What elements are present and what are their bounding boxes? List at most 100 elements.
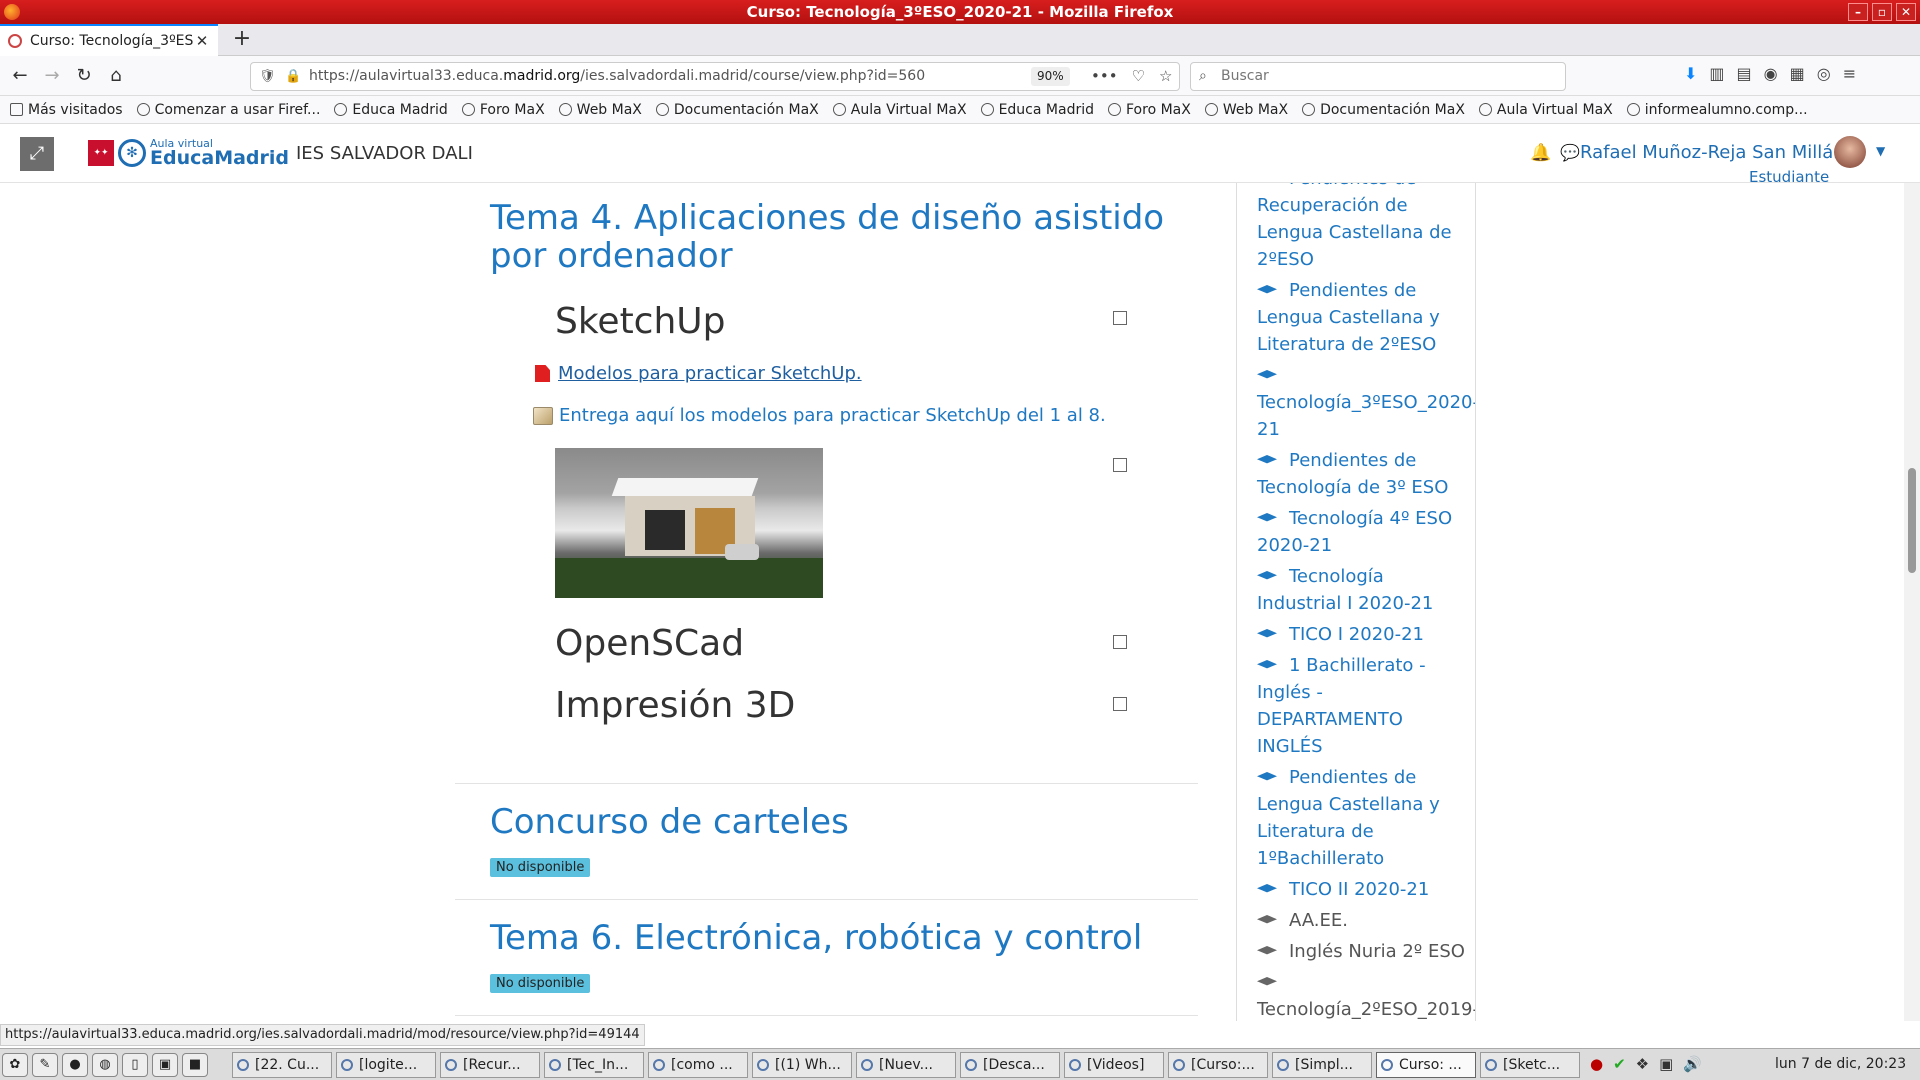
globe-icon: [1626, 103, 1640, 116]
taskbar-window[interactable]: [Tec_In...: [544, 1052, 644, 1078]
minimize-button[interactable]: –: [1848, 3, 1868, 21]
reload-button[interactable]: ↻: [70, 62, 98, 90]
files-launcher-icon[interactable]: ▯: [122, 1053, 148, 1077]
firefox-launcher-icon[interactable]: ●: [62, 1053, 88, 1077]
account-icon[interactable]: ◎: [1817, 64, 1831, 83]
taskbar-window[interactable]: [Simpl...: [1272, 1052, 1372, 1078]
taskbar-window[interactable]: [Videos]: [1064, 1052, 1164, 1078]
menu-icon[interactable]: ≡: [1843, 64, 1856, 83]
sidebar-course-item[interactable]: Pendientes de Lengua Castellana y Litera…: [1257, 764, 1467, 872]
app-menu-icon[interactable]: ✿: [2, 1053, 28, 1077]
sidebar-course-item[interactable]: Pendientes de Lengua Castellana y Litera…: [1257, 277, 1467, 358]
url-bar[interactable]: 🛡 🔒 https://aulavirtual33.educa.madrid.o…: [250, 62, 1180, 91]
taskbar-window[interactable]: [Desca...: [960, 1052, 1060, 1078]
lock-icon[interactable]: 🔒: [285, 63, 301, 90]
text-editor-icon[interactable]: ✎: [32, 1053, 58, 1077]
new-tab-button[interactable]: +: [228, 26, 256, 54]
bookmark-item[interactable]: Más visitados: [10, 102, 123, 118]
section-title-tema6[interactable]: Tema 6. Electrónica, robótica y control: [490, 919, 1142, 957]
taskbar-window[interactable]: [Nuev...: [856, 1052, 956, 1078]
record-icon[interactable]: ●: [1590, 1055, 1603, 1073]
bookmark-item[interactable]: Documentación MaX: [655, 102, 819, 118]
bookmark-item[interactable]: Web MaX: [558, 102, 642, 118]
taskbar-window[interactable]: [Recur...: [440, 1052, 540, 1078]
bookmark-star-icon[interactable]: ☆: [1159, 63, 1172, 90]
bookmark-item[interactable]: Web MaX: [1204, 102, 1288, 118]
completion-checkbox[interactable]: [1113, 458, 1127, 472]
dropbox-icon[interactable]: ❖: [1636, 1055, 1649, 1073]
screen-icon[interactable]: ▣: [1659, 1055, 1673, 1073]
search-input[interactable]: ⌕ Buscar: [1190, 62, 1566, 91]
back-button[interactable]: ←: [6, 62, 34, 90]
extension-icon[interactable]: ◉: [1764, 64, 1778, 83]
activity-link[interactable]: Entrega aquí los modelos para practicar …: [559, 405, 1106, 426]
completion-checkbox[interactable]: [1113, 311, 1127, 325]
activity-models-pdf[interactable]: Modelos para practicar SketchUp.: [535, 363, 862, 384]
taskbar-window[interactable]: [como ...: [648, 1052, 748, 1078]
taskbar-window[interactable]: [(1) Wh...: [752, 1052, 852, 1078]
zoom-level[interactable]: 90%: [1031, 67, 1070, 86]
library-icon[interactable]: ▥: [1709, 64, 1724, 83]
chat-icon[interactable]: 💬: [1560, 143, 1580, 162]
scrollbar-thumb[interactable]: [1908, 468, 1916, 573]
sidebar-course-item[interactable]: TICO I 2020-21: [1257, 621, 1467, 648]
tab-course[interactable]: Curso: Tecnología_3ºES ✕: [0, 24, 218, 56]
taskbar-window[interactable]: [logite...: [336, 1052, 436, 1078]
section-title-tema4[interactable]: Tema 4. Aplicaciones de diseño asistido …: [490, 199, 1190, 275]
update-icon[interactable]: ✔: [1613, 1055, 1626, 1073]
bookmark-item[interactable]: Comenzar a usar Firef...: [136, 102, 320, 118]
completion-checkbox[interactable]: [1113, 635, 1127, 649]
taskbar-window-active[interactable]: Curso: ...: [1376, 1052, 1476, 1078]
terminal-launcher-icon[interactable]: ■: [182, 1053, 208, 1077]
chromium-launcher-icon[interactable]: ◍: [92, 1053, 118, 1077]
pocket-icon[interactable]: ♡: [1132, 63, 1145, 90]
bookmark-item[interactable]: Aula Virtual MaX: [832, 102, 967, 118]
forward-button[interactable]: →: [38, 62, 66, 90]
bookmark-item[interactable]: Documentación MaX: [1302, 102, 1465, 118]
page-actions-icon[interactable]: •••: [1091, 63, 1118, 90]
activity-submit-assignment[interactable]: Entrega aquí los modelos para practicar …: [533, 405, 1106, 426]
bookmark-item[interactable]: informealumno.comp...: [1626, 102, 1808, 118]
sidebar-course-item[interactable]: TICO II 2020-21: [1257, 876, 1467, 903]
screenshot-launcher-icon[interactable]: ▣: [152, 1053, 178, 1077]
sidebar-course-item[interactable]: Tecnología Industrial I 2020-21: [1257, 563, 1467, 617]
educamadrid-logo[interactable]: ✦✦ ✻ Aula virtual EducaMadrid: [88, 138, 289, 168]
bookmark-item[interactable]: Aula Virtual MaX: [1478, 102, 1613, 118]
sidebar-course-item[interactable]: Pendientes de Recuperación de Lengua Cas…: [1257, 183, 1467, 273]
bookmark-item[interactable]: Foro MaX: [1108, 102, 1191, 118]
maximize-button[interactable]: ▫: [1872, 3, 1892, 21]
completion-checkbox[interactable]: [1113, 697, 1127, 711]
expand-icon[interactable]: ⤢: [20, 137, 54, 171]
sidebar-course-item[interactable]: AA.EE.: [1257, 907, 1467, 934]
sidebar-toggle-icon[interactable]: ▤: [1737, 64, 1752, 83]
sidebar-course-item[interactable]: Tecnología 4º ESO 2020-21: [1257, 505, 1467, 559]
close-window-button[interactable]: ✕: [1896, 3, 1916, 21]
clock[interactable]: lun 7 de dic, 20:23: [1775, 1056, 1906, 1072]
sidebar-course-item[interactable]: Tecnología_2ºESO_2019-20: [1257, 969, 1475, 1021]
taskbar-window[interactable]: [Curso:...: [1168, 1052, 1268, 1078]
container-icon[interactable]: ▦: [1790, 64, 1805, 83]
sidebar-course-item[interactable]: Pendientes de Tecnología de 3º ESO: [1257, 447, 1467, 501]
taskbar-window[interactable]: [22. Cu...: [232, 1052, 332, 1078]
downloads-icon[interactable]: ⬇: [1684, 64, 1697, 83]
activity-link[interactable]: Modelos para practicar SketchUp.: [558, 363, 862, 384]
sidebar-course-item[interactable]: Tecnología_3ºESO_2020-21: [1257, 362, 1475, 443]
bookmark-item[interactable]: Educa Madrid: [980, 102, 1094, 118]
user-name[interactable]: Rafael Muñoz-Reja San Millán: [1580, 142, 1845, 163]
bookmark-item[interactable]: Educa Madrid: [334, 102, 448, 118]
close-tab-icon[interactable]: ✕: [194, 32, 210, 50]
home-button[interactable]: ⌂: [102, 62, 130, 90]
section-title-concurso[interactable]: Concurso de carteles: [490, 803, 849, 841]
shield-icon[interactable]: 🛡: [259, 63, 276, 90]
globe-icon: [1302, 103, 1316, 116]
page-scrollbar[interactable]: [1904, 183, 1920, 1021]
avatar[interactable]: [1834, 136, 1866, 168]
sidebar-course-item[interactable]: Inglés Nuria 2º ESO: [1257, 938, 1467, 965]
sidebar-course-item[interactable]: 1 Bachillerato -Inglés - DEPARTAMENTO IN…: [1257, 652, 1467, 760]
volume-icon[interactable]: 🔊: [1683, 1055, 1702, 1073]
bookmark-item[interactable]: Foro MaX: [461, 102, 545, 118]
bell-icon[interactable]: 🔔: [1530, 143, 1551, 163]
school-name[interactable]: IES SALVADOR DALI: [296, 143, 473, 164]
taskbar-window[interactable]: [Sketc...: [1480, 1052, 1580, 1078]
chevron-down-icon[interactable]: ▼: [1876, 144, 1885, 158]
